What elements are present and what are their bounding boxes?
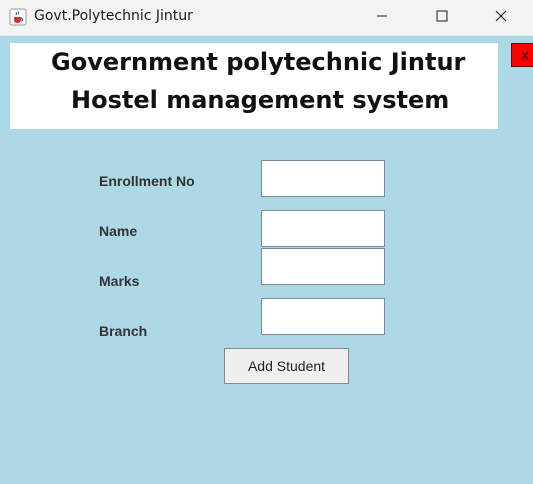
header-title: Government polytechnic Jintur: [51, 48, 466, 76]
add-student-button[interactable]: Add Student: [224, 348, 349, 384]
name-input[interactable]: [261, 210, 385, 247]
maximize-icon: [436, 9, 448, 27]
branch-label: Branch: [99, 323, 148, 339]
exit-button[interactable]: X: [511, 43, 533, 67]
title-bar[interactable]: Govt.Polytechnic Jintur: [0, 0, 533, 36]
branch-input[interactable]: [261, 298, 385, 335]
app-window: Govt.Polytechnic Jintur Government polyt…: [0, 0, 533, 484]
header-banner: Government polytechnic Jintur Hostel man…: [10, 43, 498, 129]
maximize-button[interactable]: [419, 0, 465, 35]
close-icon: [495, 9, 507, 27]
header-subtitle: Hostel management system: [71, 86, 450, 114]
enrollment-input[interactable]: [261, 160, 385, 197]
minimize-button[interactable]: [359, 0, 405, 35]
minimize-icon: [376, 9, 388, 27]
java-cup-icon: [9, 8, 27, 26]
enrollment-label: Enrollment No: [99, 173, 195, 189]
window-title: Govt.Polytechnic Jintur: [34, 8, 193, 24]
marks-input[interactable]: [261, 248, 385, 285]
marks-label: Marks: [99, 273, 140, 289]
name-label: Name: [99, 223, 138, 239]
close-window-button[interactable]: [478, 0, 524, 35]
